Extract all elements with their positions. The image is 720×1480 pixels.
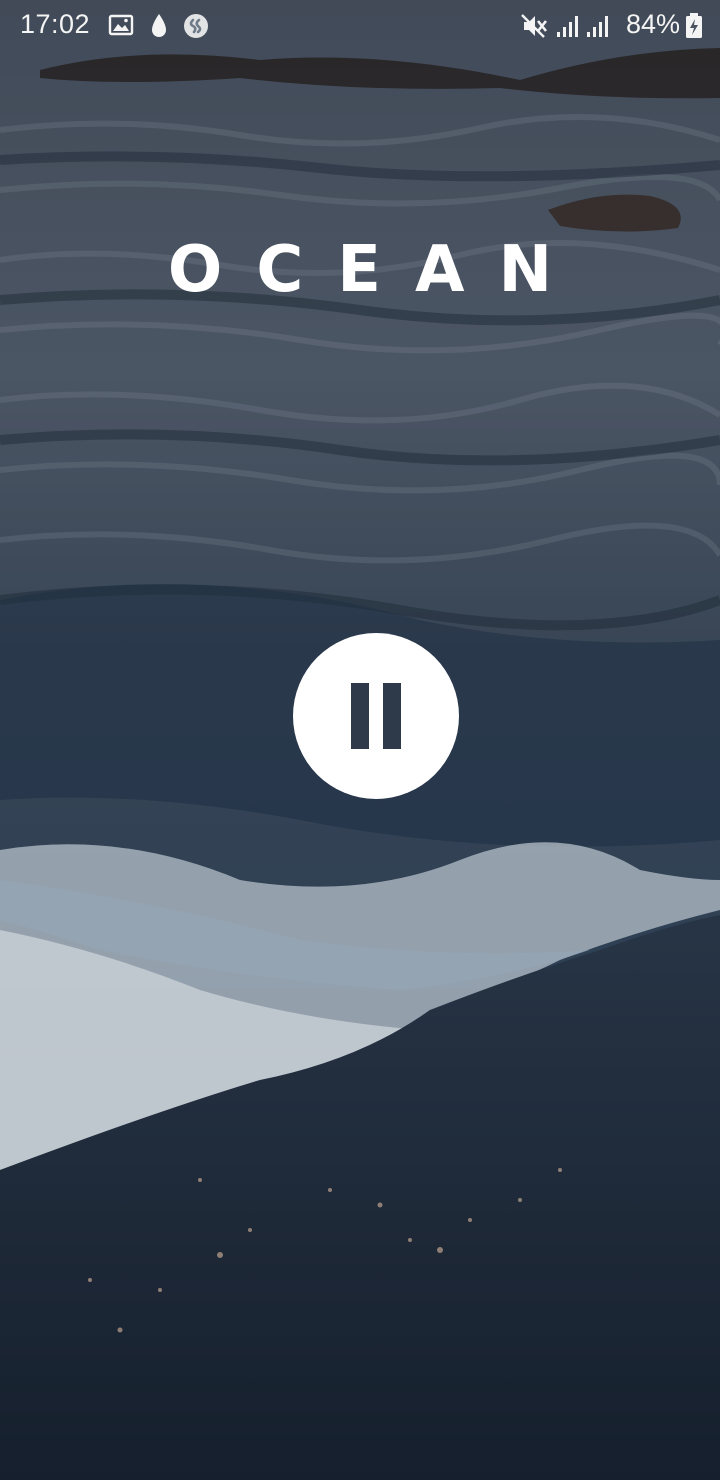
battery-percent: 84% (625, 9, 680, 39)
pause-button[interactable] (293, 633, 459, 799)
gallery-icon (108, 12, 136, 40)
signal-icon (555, 12, 583, 40)
mute-icon (520, 12, 548, 40)
battery-charging-icon (684, 12, 712, 40)
status-time: 17:02 (20, 9, 91, 39)
water-drop-icon (148, 12, 176, 40)
shazam-icon (182, 12, 210, 40)
page-title: OCEAN (167, 233, 587, 307)
signal-icon (585, 12, 613, 40)
status-bar: 17:02 84% (0, 0, 720, 52)
